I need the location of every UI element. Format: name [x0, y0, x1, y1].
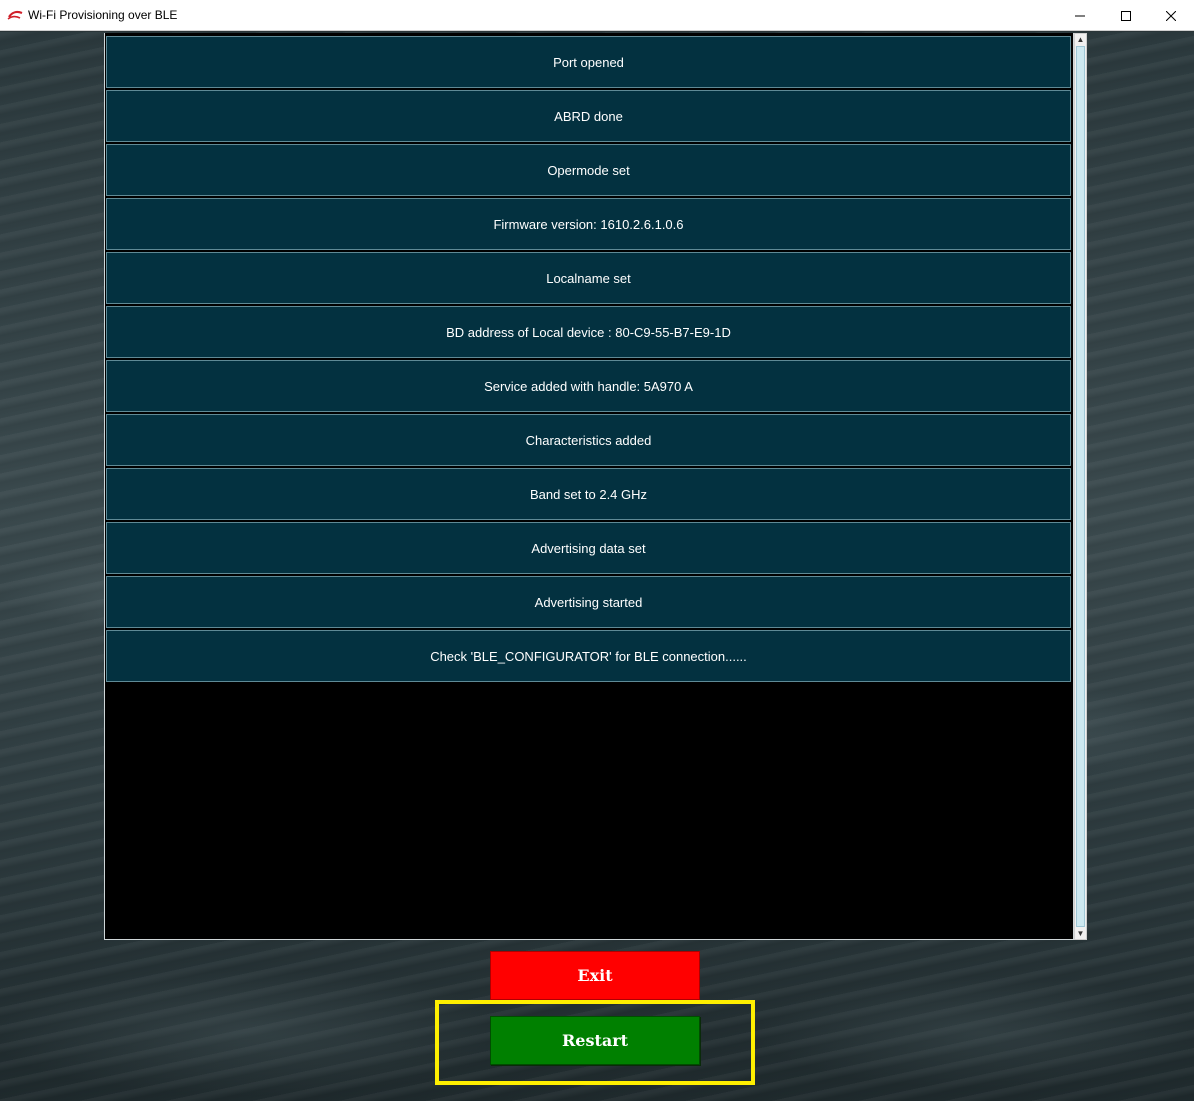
- log-entry: Check 'BLE_CONFIGURATOR' for BLE connect…: [106, 630, 1071, 682]
- close-icon: [1166, 10, 1176, 21]
- log-panel[interactable]: Port opened ABRD done Opermode set Firmw…: [104, 33, 1074, 940]
- window-titlebar: Wi-Fi Provisioning over BLE: [0, 0, 1194, 31]
- close-button[interactable]: [1148, 0, 1194, 31]
- window-title: Wi-Fi Provisioning over BLE: [28, 8, 178, 22]
- log-entry: Localname set: [106, 252, 1071, 304]
- log-entry: Service added with handle: 5A970 A: [106, 360, 1071, 412]
- scrollbar-thumb[interactable]: [1076, 46, 1085, 927]
- log-list: Port opened ABRD done Opermode set Firmw…: [105, 36, 1071, 684]
- log-entry: Port opened: [106, 36, 1071, 88]
- log-entry: Advertising data set: [106, 522, 1071, 574]
- log-entry: BD address of Local device : 80-C9-55-B7…: [106, 306, 1071, 358]
- maximize-icon: [1121, 10, 1131, 21]
- log-entry: ABRD done: [106, 90, 1071, 142]
- minimize-button[interactable]: [1057, 0, 1103, 31]
- exit-button[interactable]: Exit: [490, 951, 700, 1000]
- log-scrollbar[interactable]: ▲ ▼: [1074, 33, 1087, 940]
- scroll-down-arrow-icon[interactable]: ▼: [1075, 928, 1086, 939]
- scroll-up-arrow-icon[interactable]: ▲: [1075, 34, 1086, 45]
- log-entry: Firmware version: 1610.2.6.1.0.6: [106, 198, 1071, 250]
- minimize-icon: [1075, 15, 1085, 16]
- app-logo-icon: [7, 10, 23, 20]
- log-entry: Band set to 2.4 GHz: [106, 468, 1071, 520]
- log-entry: Advertising started: [106, 576, 1071, 628]
- maximize-button[interactable]: [1103, 0, 1149, 31]
- log-entry: Opermode set: [106, 144, 1071, 196]
- restart-highlight-box: [435, 1000, 755, 1085]
- log-entry: Characteristics added: [106, 414, 1071, 466]
